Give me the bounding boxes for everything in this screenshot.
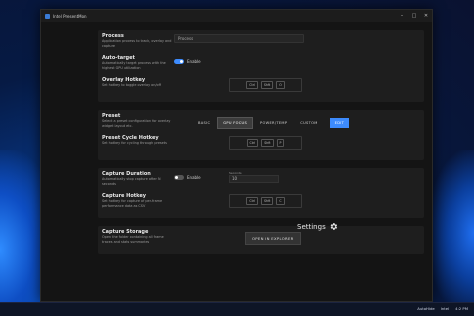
tray-clock: 4:2 PM: [455, 306, 468, 311]
auto-target-toggle[interactable]: [174, 59, 184, 64]
hotkey-key: Shft: [260, 81, 274, 89]
preset-desc: Select a preset configuration for overla…: [102, 119, 171, 128]
capture-duration-toggle[interactable]: [174, 175, 184, 180]
capture-duration-desc: Automatically stop capture after N secon…: [102, 177, 161, 186]
gear-icon: [330, 223, 337, 230]
window-title: Intel PresentMon: [53, 13, 87, 19]
process-card: Process Application process to track, ov…: [98, 30, 424, 102]
capture-hotkey-field[interactable]: Ctrl Shft C: [229, 194, 302, 208]
capture-hotkey-desc: Set hotkey for capture of per-frame perf…: [102, 199, 163, 208]
preset-option-gpu-focus[interactable]: GPU FOCUS: [217, 117, 254, 129]
app-window: Intel PresentMon – □ ✕ Process Applicati…: [40, 9, 433, 302]
hotkey-key: Ctrl: [246, 139, 259, 147]
overlay-hotkey-desc: Set hotkey to toggle overlay on/off: [102, 83, 161, 87]
overlay-hotkey-field[interactable]: Ctrl Shft O: [229, 78, 302, 92]
edit-preset-button[interactable]: EDIT: [328, 117, 351, 129]
preset-cycle-hotkey-field[interactable]: Ctrl Shft P: [229, 136, 302, 150]
preset-option-custom[interactable]: CUSTOM: [294, 117, 324, 129]
settings-link[interactable]: Settings: [297, 222, 338, 231]
tray-item[interactable]: AutoHide: [417, 306, 434, 311]
hotkey-key: P: [276, 139, 285, 147]
capture-duration-seconds: Seconds 10: [229, 171, 279, 183]
capture-duration-toggle-label: Enable: [187, 175, 201, 180]
hotkey-key: O: [276, 81, 285, 89]
preset-option-power-temp[interactable]: POWER/TEMP: [254, 117, 294, 129]
capture-storage-desc: Open the folder containing all frame tra…: [102, 235, 164, 244]
hotkey-key: Ctrl: [246, 81, 258, 89]
open-in-explorer-button[interactable]: OPEN IN EXPLORER: [245, 232, 301, 245]
taskbar: AutoHide Intel 4:2 PM: [0, 302, 474, 316]
capture-storage-card: Capture Storage Open the folder containi…: [98, 226, 424, 254]
system-tray: AutoHide Intel 4:2 PM: [417, 306, 468, 311]
app-icon: [45, 13, 50, 19]
auto-target-toggle-label: Enable: [187, 59, 201, 64]
process-desc: Application process to track, overlay an…: [102, 39, 172, 48]
maximize-icon[interactable]: □: [408, 13, 420, 19]
wallpaper-bloom-right: [429, 150, 474, 316]
hotkey-key: Shft: [261, 139, 274, 147]
window-controls: – □ ✕: [396, 13, 432, 19]
title-bar: Intel PresentMon – □ ✕: [41, 10, 432, 22]
minimize-icon[interactable]: –: [396, 13, 408, 19]
preset-cycle-hotkey-desc: Set hotkey for cycling through presets: [102, 141, 167, 145]
settings-label: Settings: [297, 222, 326, 231]
capture-card: Capture Duration Automatically stop capt…: [98, 168, 424, 218]
preset-card: Preset Select a preset configuration for…: [98, 110, 424, 160]
close-icon[interactable]: ✕: [420, 13, 432, 19]
preset-option-basic[interactable]: BASIC: [192, 117, 217, 129]
hotkey-key: Shft: [261, 197, 274, 205]
hotkey-key: C: [276, 197, 285, 205]
auto-target-desc: Automatically target process with the hi…: [102, 61, 166, 70]
preset-selector: BASIC GPU FOCUS POWER/TEMP CUSTOM EDIT: [192, 117, 351, 129]
process-input[interactable]: Process: [174, 34, 304, 43]
hotkey-key: Ctrl: [246, 197, 259, 205]
seconds-input[interactable]: 10: [229, 175, 279, 183]
tray-item[interactable]: Intel: [441, 306, 449, 311]
